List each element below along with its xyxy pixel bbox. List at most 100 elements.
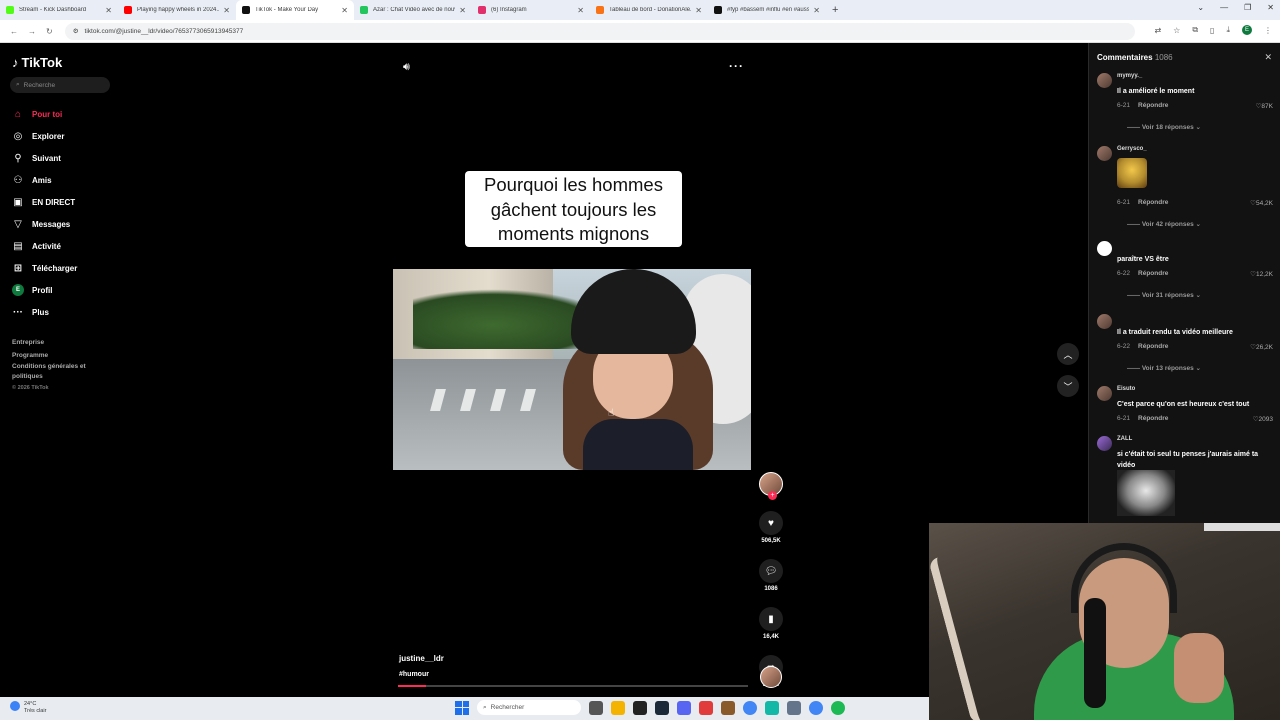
comment-user[interactable]: mymyy._ (1117, 73, 1142, 79)
menu-icon[interactable]: ⋮ (1264, 26, 1272, 35)
video-username[interactable]: justine__ldr (399, 654, 444, 663)
view-replies[interactable]: —— Voir 31 réponses ⌄ (1127, 291, 1201, 299)
video-hashtag[interactable]: #humour (399, 671, 429, 678)
comment-like[interactable]: ♡87K (1256, 102, 1273, 110)
taskbar-search-input[interactable]: ⌕ Rechercher (477, 700, 581, 715)
app-icon[interactable] (699, 700, 713, 715)
weather-widget[interactable]: 24°C Très clair (10, 701, 46, 715)
bookmark-star-icon[interactable]: ☆ (1173, 26, 1180, 35)
browser-tab[interactable]: #fyp #bassem #influ #en #auss... ✕ (708, 0, 826, 20)
app-icon[interactable] (787, 700, 801, 715)
reply-button[interactable]: Répondre (1138, 270, 1168, 277)
comment-avatar[interactable] (1097, 241, 1112, 256)
app-icon[interactable] (721, 700, 735, 715)
video-progress-bar[interactable] (398, 685, 748, 687)
comment-avatar[interactable] (1097, 146, 1112, 161)
sidebar-item-explorer[interactable]: ◎ Explorer (12, 125, 77, 147)
close-window-icon[interactable]: ✕ (1267, 3, 1274, 12)
windows-start-icon[interactable] (455, 700, 469, 715)
minimize-icon[interactable]: — (1220, 3, 1228, 12)
translate-icon[interactable]: ⇄ (1154, 26, 1161, 35)
chrome-icon[interactable] (743, 700, 757, 715)
volume-icon[interactable]: 🔊︎ (403, 61, 410, 74)
comment-like[interactable]: ♡12,2K (1250, 270, 1273, 278)
maximize-icon[interactable]: ❐ (1244, 3, 1251, 12)
browser-tab-active[interactable]: TikTok - Make Your Day ✕ (236, 0, 354, 20)
sidebar-item-pour-toi[interactable]: ⌂ Pour toi (12, 103, 77, 125)
footer-link[interactable]: Entreprise (12, 336, 107, 349)
browser-tab[interactable]: Tableau de bord - DonationAle... ✕ (590, 0, 708, 20)
next-video-button[interactable]: ﹀ (1057, 375, 1079, 397)
reply-button[interactable]: Répondre (1138, 102, 1168, 109)
profile-avatar[interactable]: E (1242, 25, 1252, 35)
comment-avatar[interactable] (1097, 436, 1112, 451)
sidebar-item-messages[interactable]: ▽ Messages (12, 213, 77, 235)
close-comments-icon[interactable]: ✕ (1264, 52, 1272, 63)
sidebar-item-telecharger[interactable]: ⊞ Télécharger (12, 257, 78, 279)
new-tab-icon[interactable]: + (832, 4, 838, 16)
more-options-icon[interactable]: ··· (729, 59, 744, 73)
spotify-icon[interactable] (831, 700, 845, 715)
save-button[interactable]: ▮ (759, 607, 783, 631)
comment-avatar[interactable] (1097, 386, 1112, 401)
chrome-icon[interactable] (809, 700, 823, 715)
dropdown-icon[interactable]: ⌄ (1197, 3, 1204, 12)
site-info-icon[interactable]: ⚙ (73, 27, 79, 35)
video-player[interactable]: ☝ (393, 269, 751, 470)
follow-plus-icon[interactable]: + (768, 491, 777, 500)
close-tab-icon[interactable]: ✕ (813, 6, 820, 15)
view-replies[interactable]: —— Voir 13 réponses ⌄ (1127, 364, 1201, 372)
like-button[interactable]: ♥ (759, 511, 783, 535)
close-tab-icon[interactable]: ✕ (459, 6, 466, 15)
close-tab-icon[interactable]: ✕ (577, 6, 584, 15)
close-tab-icon[interactable]: ✕ (105, 6, 112, 15)
tiktok-logo[interactable]: ♪ TikTok (12, 55, 62, 70)
app-icon[interactable] (765, 700, 779, 715)
reply-button[interactable]: Répondre (1138, 415, 1168, 422)
browser-tab[interactable]: Stream - Kick Dashboard ✕ (0, 0, 118, 20)
view-replies[interactable]: —— Voir 18 réponses ⌄ (1127, 123, 1201, 131)
reply-button[interactable]: Répondre (1138, 343, 1168, 350)
previous-video-button[interactable]: ︿ (1057, 343, 1079, 365)
creator-avatar[interactable]: + (759, 472, 783, 500)
comment-like[interactable]: ♡2093 (1253, 415, 1273, 423)
comment-like[interactable]: ♡26,2K (1250, 343, 1273, 351)
back-icon[interactable]: ← (10, 27, 18, 36)
reply-button[interactable]: Répondre (1138, 199, 1168, 206)
reload-icon[interactable]: ↻ (46, 27, 53, 36)
browser-tab[interactable]: (6) Instagram ✕ (472, 0, 590, 20)
browser-tab[interactable]: Azar : Chat Vidéo avec de nouv... ✕ (354, 0, 472, 20)
search-input[interactable]: ⌕ Recherche (10, 77, 110, 93)
comment-avatar[interactable] (1097, 314, 1112, 329)
sidebar-item-profil[interactable]: E Profil (12, 279, 77, 301)
sidepanel-icon[interactable]: ▯ (1210, 26, 1214, 35)
discord-icon[interactable] (677, 700, 691, 715)
task-view-icon[interactable] (589, 700, 603, 715)
steam-icon[interactable] (655, 700, 669, 715)
download-icon[interactable]: ⤓ (1226, 25, 1230, 35)
close-tab-icon[interactable]: ✕ (695, 6, 702, 15)
sidebar-item-activite[interactable]: ▤ Activité (12, 235, 77, 257)
sidebar-item-suivant[interactable]: ⚲ Suivant (12, 147, 77, 169)
comment-avatar[interactable] (1097, 73, 1112, 88)
browser-tab[interactable]: Playing happy wheels in 2024... ✕ (118, 0, 236, 20)
file-explorer-icon[interactable] (611, 700, 625, 715)
comment-user[interactable]: Eisuto (1117, 386, 1135, 392)
comment-button[interactable]: 💬︎ (759, 559, 783, 583)
footer-link[interactable]: Conditions générales et politiques (12, 362, 107, 382)
close-tab-icon[interactable]: ✕ (223, 6, 230, 15)
close-tab-icon[interactable]: ✕ (341, 6, 348, 15)
extensions-icon[interactable]: ⧉ (1192, 25, 1198, 35)
footer-link[interactable]: Programme (12, 349, 107, 362)
epic-games-icon[interactable] (633, 700, 647, 715)
comment-user[interactable]: Gerrysco_ (1117, 146, 1147, 152)
comment-like[interactable]: ♡54,2K (1250, 199, 1273, 207)
sidebar-item-amis[interactable]: ⚇ Amis (12, 169, 77, 191)
url-field[interactable]: ⚙ tiktok.com/@justine__ldr/video/76537730… (64, 22, 1135, 40)
comment-user[interactable]: ZALL (1117, 436, 1132, 442)
sidebar-item-plus[interactable]: ··· Plus (12, 301, 77, 323)
sidebar-item-en-direct[interactable]: ▣ EN DIRECT (12, 191, 77, 213)
view-replies[interactable]: —— Voir 42 réponses ⌄ (1127, 220, 1201, 228)
music-disc-avatar[interactable] (760, 666, 782, 688)
forward-icon[interactable]: → (28, 27, 36, 36)
